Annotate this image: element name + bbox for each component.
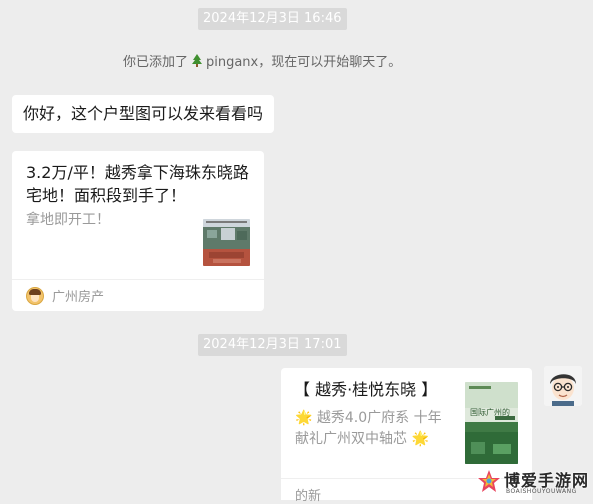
evergreen-tree-icon [192, 54, 206, 69]
message-bubble[interactable]: 你好，这个户型图可以发来看看吗 [12, 95, 274, 133]
poster-text: 国际广州的 [470, 407, 510, 417]
timestamp: 2024年12月3日 16:46 [198, 8, 347, 30]
link-card-description: 拿地即开工！ [26, 212, 110, 228]
message-text: 你好，这个户型图可以发来看看吗 [23, 104, 264, 123]
system-message-nickname: pinganx，现在可以开始聊天了。 [205, 55, 402, 70]
cartoon-avatar-icon [26, 286, 44, 305]
link-card-description: 🌟 越秀4.0广府系 十年献礼广州双中轴芯 🌟 [295, 410, 442, 447]
star-logo-icon [476, 468, 502, 494]
system-message: 你已添加了 pinganx，现在可以开始聊天了。 [123, 54, 401, 71]
system-message-prefix: 你已添加了 [123, 55, 189, 70]
link-card-title: 3.2万/平！越秀拿下海珠东晓路宅地！面积段到手了！ [26, 163, 249, 205]
link-card[interactable]: 3.2万/平！越秀拿下海珠东晓路宅地！面积段到手了！ 拿地即开工！ 广州房产 [12, 151, 264, 311]
construction-site-thumbnail [203, 219, 250, 266]
link-card-source: 广州房产 [12, 279, 264, 311]
timestamp: 2024年12月3日 17:01 [198, 334, 347, 356]
link-card-source-name: 的新 [295, 489, 322, 504]
site-watermark: 博爱手游网 BOAISHOUYOUWANG [476, 466, 590, 498]
cartoon-man-with-glasses-icon[interactable] [544, 366, 582, 406]
green-promo-poster-thumbnail: 国际广州的 [465, 382, 518, 464]
watermark-subtitle: BOAISHOUYOUWANG [506, 488, 577, 495]
link-card-source-name: 广州房产 [52, 290, 105, 305]
